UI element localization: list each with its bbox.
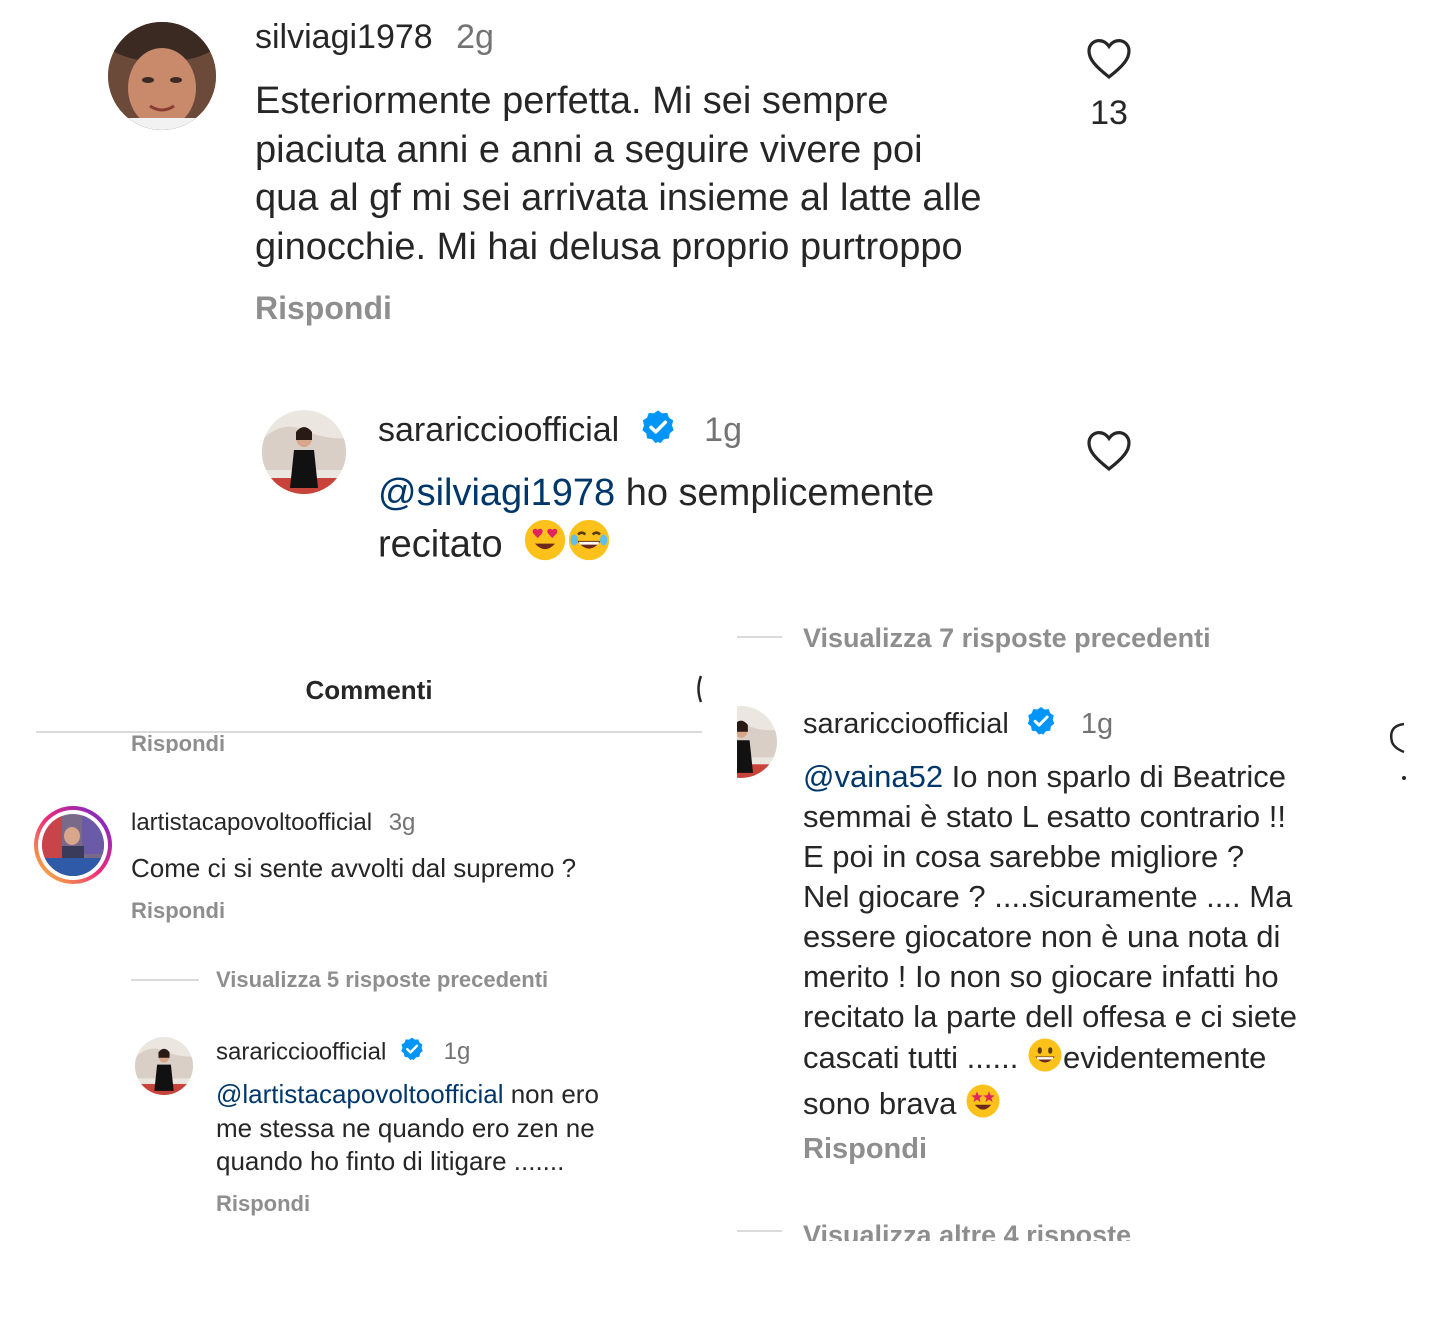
- reply-label: Rispondi: [131, 733, 226, 753]
- reply-button[interactable]: Rispondi: [131, 733, 225, 753]
- reply-text: merito ! Io non so giocare infatti ho: [803, 959, 1279, 994]
- tears-of-joy-emoji-icon: [567, 518, 611, 575]
- avatar[interactable]: [737, 706, 777, 778]
- reply-button[interactable]: Rispondi: [255, 288, 392, 328]
- divider: [737, 1230, 782, 1232]
- reply-button[interactable]: Rispondi: [131, 896, 225, 926]
- mention-link[interactable]: @lartistacapovoltoofficial: [216, 1079, 504, 1109]
- reply-text: recitato: [378, 523, 503, 566]
- comment-timestamp: 2g: [456, 18, 494, 56]
- grinning-face-emoji-icon: [1027, 1037, 1063, 1083]
- like-heart-icon[interactable]: [1386, 722, 1406, 782]
- user-avatar-icon: [262, 410, 346, 494]
- reply-text: cascati tutti ......: [803, 1040, 1027, 1076]
- like-heart-icon[interactable]: [1085, 36, 1133, 80]
- reply-button[interactable]: Rispondi: [803, 1131, 927, 1167]
- reply-button[interactable]: Rispondi: [216, 1189, 310, 1219]
- comment-line: Esteriormente perfetta. Mi sei sempre: [255, 80, 889, 122]
- avatar[interactable]: [262, 410, 346, 494]
- user-avatar-woman-icon: [108, 22, 216, 130]
- reply-timestamp: 1g: [443, 1038, 471, 1066]
- divider: [131, 979, 199, 981]
- avatar[interactable]: [108, 22, 216, 130]
- reply-username[interactable]: sarariccioofficial: [803, 708, 1009, 740]
- view-more-replies-button[interactable]: Visualizza altre 4 risposte: [803, 1217, 1131, 1241]
- comment-body: Come ci si sente avvolti dal supremo ?: [131, 853, 577, 883]
- avatar[interactable]: [135, 1037, 193, 1095]
- comment-line: qua al gf mi sei arrivata insieme al lat…: [255, 177, 982, 219]
- mention-link[interactable]: @vaina52: [803, 759, 943, 794]
- avatar-story-ring[interactable]: [34, 806, 112, 884]
- reply-text: E poi in cosa sarebbe migliore ?: [803, 839, 1245, 874]
- comment-line: ginocchie. Mi hai delusa proprio purtrop…: [255, 225, 963, 268]
- reply-timestamp: 1g: [1080, 708, 1114, 741]
- like-count: 13: [1090, 94, 1128, 132]
- comment-body: Esteriormente perfetta. Mi sei sempre pi…: [255, 77, 982, 271]
- reply-text: quando ho finto di litigare .......: [216, 1146, 565, 1176]
- reply-text: Io non sparlo di Beatrice: [943, 759, 1286, 794]
- reply-text: Nel giocare ? ....sicuramente .... Ma: [803, 879, 1293, 914]
- user-avatar-icon: [135, 1037, 193, 1095]
- comment-username[interactable]: lartistacapovoltoofficial: [131, 809, 372, 836]
- mention-link[interactable]: @silviagi1978: [378, 472, 615, 514]
- view-replies-button[interactable]: Visualizza 5 risposte precedenti: [216, 965, 548, 995]
- panel-title: Commenti: [305, 675, 433, 705]
- verified-badge-icon: [1025, 705, 1057, 746]
- reply-body: @vaina52 Io non sparlo di Beatrice semma…: [803, 757, 1297, 1129]
- verified-badge-icon: [639, 408, 677, 456]
- user-avatar-icon: [42, 814, 104, 876]
- reply-text: semmai è stato L esatto contrario !!: [803, 799, 1287, 834]
- heart-eyes-emoji-icon: [523, 518, 567, 575]
- reply-timestamp: 1g: [704, 410, 742, 449]
- reply-text: non ero: [503, 1079, 599, 1109]
- like-heart-icon[interactable]: [1085, 428, 1133, 472]
- comment-username[interactable]: silviagi1978: [255, 18, 433, 56]
- reply-text: recitato la parte dell offesa e ci siete: [803, 999, 1297, 1034]
- reply-text: essere giocatore non è una nota di: [803, 919, 1281, 954]
- chevron-icon[interactable]: [692, 674, 706, 704]
- reply-text: sono brava: [803, 1086, 965, 1122]
- divider: [737, 636, 782, 638]
- view-replies-button[interactable]: Visualizza 7 risposte precedenti: [803, 620, 1211, 656]
- comment-line: piaciuta anni e anni a seguire vivere po…: [255, 128, 923, 171]
- comment-timestamp: 3g: [388, 809, 416, 836]
- reply-text: evidentemente: [1062, 1040, 1267, 1076]
- reply-text: ho semplicemente: [615, 472, 935, 514]
- star-struck-emoji-icon: [965, 1083, 1001, 1129]
- view-more-label: Visualizza altre 4 risposte: [803, 1220, 1132, 1241]
- reply-text: me stessa ne quando ero zen ne: [216, 1112, 595, 1143]
- user-avatar-icon: [737, 706, 777, 778]
- verified-badge-icon: [399, 1036, 425, 1070]
- reply-username[interactable]: sarariccioofficial: [216, 1038, 386, 1065]
- reply-username[interactable]: sarariccioofficial: [378, 411, 619, 449]
